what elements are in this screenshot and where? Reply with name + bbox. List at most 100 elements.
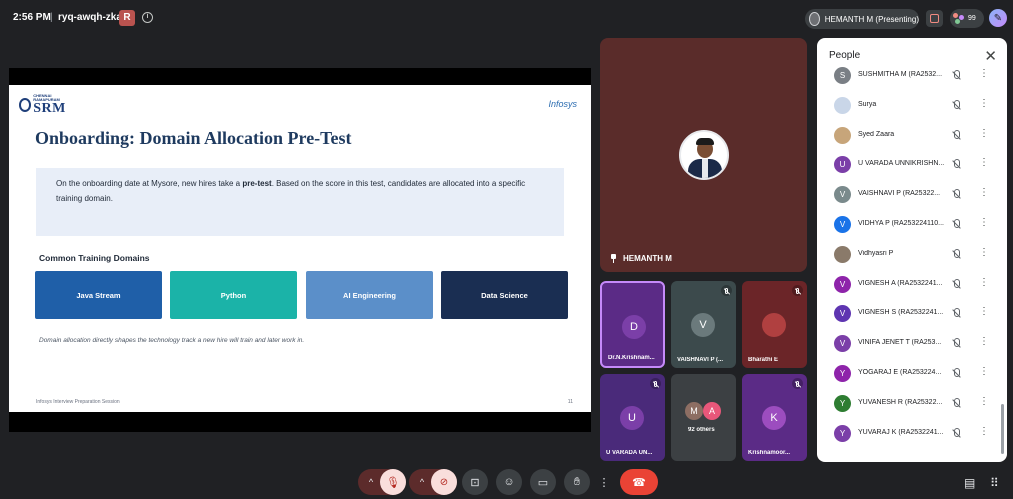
participant-tile[interactable]: V VAISHNAVI P (... [671, 281, 736, 368]
participant-row[interactable]: S SUSHMITHA M (RA2532... ⋮ [817, 61, 1002, 91]
pin-icon [610, 254, 617, 263]
mic-options-chevron[interactable]: ^ [360, 469, 382, 495]
participant-row[interactable]: Syed Zaara ⋮ [817, 121, 1002, 151]
mic-muted-icon[interactable] [951, 427, 961, 439]
srm-seal-icon [19, 98, 32, 112]
people-panel: People ✕ S SUSHMITHA M (RA2532... ⋮ Surya ⋮ S… [817, 38, 1007, 462]
share-screen-icon[interactable] [926, 10, 943, 27]
more-icon[interactable]: ⋮ [979, 277, 989, 288]
recording-badge[interactable]: R [119, 10, 135, 26]
more-icon[interactable]: ⋮ [979, 367, 989, 377]
participant-row[interactable]: Vidhyasri P ⋮ [817, 240, 1002, 270]
domain-card-ai: AI Engineering [306, 271, 433, 319]
participant-avatar: V [834, 275, 851, 293]
mic-muted-icon[interactable] [951, 278, 961, 290]
more-icon[interactable]: ⋮ [979, 158, 989, 168]
participant-row[interactable]: Y YUVARAJ K (RA2532241... ⋮ [817, 419, 1002, 449]
present-icon: ⊡ [470, 476, 480, 489]
top-bar: 2:56 PM | ryq-awqh-zka R i HEMANTH M (Pr… [0, 0, 1013, 36]
mic-muted-icon[interactable] [951, 189, 961, 200]
more-icon[interactable]: ⋮ [979, 98, 989, 109]
more-icon[interactable]: ⋮ [979, 188, 989, 198]
captions-icon: ▭ [537, 476, 549, 489]
chat-icon[interactable]: ▤ [964, 476, 975, 490]
participant-row[interactable]: Y YUVANESH R (RA25322... ⋮ [817, 389, 1002, 419]
captions-button[interactable]: ▭ [530, 469, 556, 495]
mic-muted-icon [721, 285, 732, 296]
participant-row[interactable]: V VIDHYA P (RA253224110... ⋮ [817, 210, 1002, 240]
reactions-button[interactable]: ☺ [496, 469, 522, 495]
camera-options-chevron[interactable]: ^ [411, 469, 433, 495]
slide: CHENNAI RAMAPURAM SRM Infosys Onboarding… [9, 85, 591, 412]
mic-muted-icon[interactable] [951, 219, 961, 230]
more-options-button[interactable]: ⋮ [596, 469, 612, 495]
clock-time: 2:56 PM [13, 12, 51, 23]
participant-name: VIGNESH S (RA2532241... [858, 309, 944, 317]
participant-name: YUVARAJ K (RA2532241... [858, 428, 944, 436]
participant-row[interactable]: Surya ⋮ [817, 91, 1002, 121]
participant-avatar: Y [834, 424, 851, 442]
leave-call-button[interactable]: ☎︎ [620, 469, 658, 495]
more-icon[interactable]: ⋮ [979, 337, 989, 347]
more-icon[interactable]: ⋮ [979, 426, 989, 437]
participant-tile[interactable]: U U VARADA UN... [600, 374, 665, 461]
more-icon[interactable]: ⋮ [979, 128, 989, 139]
participant-row[interactable]: V VINIFA JENET T (RA253... ⋮ [817, 329, 1002, 359]
presenting-label: HEMANTH M (Presenting) [824, 14, 919, 24]
participant-tile[interactable]: D Dr.N.Krishnam... [600, 281, 665, 368]
callout-text-pre: On the onboarding date at Mysore, new hi… [56, 179, 243, 188]
participant-row[interactable]: V VIGNESH S (RA2532241... ⋮ [817, 299, 1002, 329]
more-icon[interactable]: ⋮ [979, 69, 989, 79]
mic-muted-icon[interactable] [951, 308, 961, 319]
call-controls: ^ 🎙︎ ^ ⊘ ⊡ ☺ ▭ ✋︎ ⋮ ☎︎ [0, 466, 1013, 499]
participant-avatar [762, 313, 786, 337]
domain-card-python: Python [170, 271, 297, 319]
mic-off-icon: 🎙︎ [386, 476, 400, 489]
mic-muted-icon[interactable] [951, 338, 961, 349]
mic-muted-icon[interactable] [951, 99, 961, 111]
camera-off-button[interactable]: ⊘ [431, 469, 457, 495]
more-icon: ⋮ [598, 476, 610, 489]
mic-muted-icon[interactable] [951, 368, 961, 379]
mic-off-button[interactable]: 🎙︎ [380, 469, 406, 495]
mic-muted-icon[interactable] [951, 397, 961, 409]
speaker-avatar [679, 130, 729, 180]
scrollbar[interactable] [1001, 404, 1004, 454]
participants-chip[interactable]: 99 [950, 9, 984, 28]
more-icon[interactable]: ⋮ [979, 307, 989, 317]
presenter-avatar [809, 12, 820, 26]
presenting-chip[interactable]: HEMANTH M (Presenting) [805, 9, 919, 29]
more-icon[interactable]: ⋮ [979, 247, 989, 258]
slide-footnote: Domain allocation directly shapes the te… [39, 337, 305, 344]
gemini-icon[interactable]: ✎ [989, 9, 1007, 27]
activities-icon[interactable]: ⠿ [990, 476, 999, 490]
mic-muted-icon [792, 378, 803, 389]
participant-avatar [834, 96, 851, 114]
people-title: People [829, 50, 861, 61]
participant-row[interactable]: V VIGNESH A (RA2532241... ⋮ [817, 270, 1002, 300]
participant-row[interactable]: U U VARADA UNNIKRISHN... ⋮ [817, 150, 1002, 180]
more-icon[interactable]: ⋮ [979, 218, 989, 228]
more-icon[interactable]: ⋮ [979, 396, 989, 407]
mic-muted-icon[interactable] [951, 248, 961, 260]
participant-tile[interactable]: Bharathi E [742, 281, 807, 368]
pinned-speaker-tile[interactable]: HEMANTH M [600, 38, 807, 272]
present-button[interactable]: ⊡ [462, 469, 488, 495]
mic-muted-icon[interactable] [951, 129, 961, 141]
mic-muted-icon [650, 378, 661, 389]
participant-tile[interactable]: M A 92 others [671, 374, 736, 461]
mic-muted-icon[interactable] [951, 159, 961, 170]
participant-tile[interactable]: K Krishnamoor... [742, 374, 807, 461]
participant-name: YUVANESH R (RA25322... [858, 398, 943, 406]
mic-muted-icon[interactable] [951, 70, 961, 81]
info-icon[interactable]: i [142, 12, 153, 23]
meeting-code: ryq-awqh-zka [58, 12, 122, 23]
participant-tile-name: U VARADA UN... [606, 450, 653, 456]
camera-off-icon: ⊘ [439, 476, 449, 488]
participant-avatar: U [620, 406, 644, 430]
participant-row[interactable]: V VAISHNAVI P (RA25322... ⋮ [817, 180, 1002, 210]
participant-name: SUSHMITHA M (RA2532... [858, 71, 943, 78]
participant-count: 99 [968, 15, 976, 22]
participant-row[interactable]: Y YOGARAJ E (RA253224... ⋮ [817, 359, 1002, 389]
raise-hand-button[interactable]: ✋︎ [564, 469, 590, 495]
